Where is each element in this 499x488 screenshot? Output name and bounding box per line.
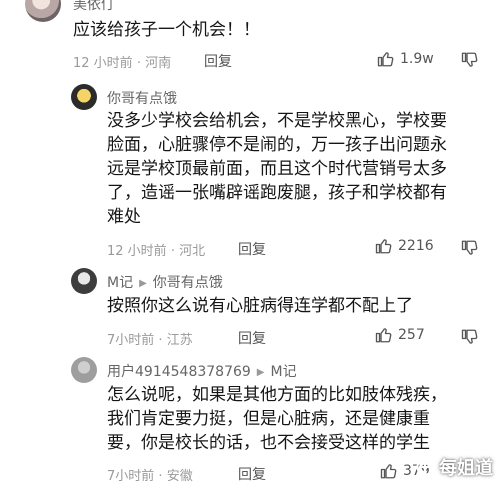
comment-author[interactable]: M记 ▶ 你哥有点饿: [107, 272, 223, 292]
thumbs-up-icon: [377, 52, 394, 67]
comment-text: 怎么说呢，如果是其他方面的比如肢体残疾， 我们肯定要力挺，但是心脏病，还是健康重…: [107, 385, 447, 453]
comment-author[interactable]: 你哥有点饿: [107, 88, 177, 108]
like-button[interactable]: 2216: [375, 237, 434, 255]
reply-to-name: M记: [270, 364, 297, 380]
reply-button[interactable]: 回复: [238, 239, 266, 259]
reply-to-name: 你哥有点饿: [152, 275, 223, 291]
logo-icon: [416, 458, 434, 476]
avatar[interactable]: [71, 84, 97, 110]
comment-meta: 7小时前 · 安徽: [107, 469, 193, 484]
comment-meta: 7小时前 · 江苏: [107, 333, 193, 348]
comment-meta: 12 小时前 · 河南: [73, 56, 172, 71]
like-button[interactable]: 257: [375, 326, 425, 344]
thumbs-down-icon[interactable]: [461, 51, 479, 69]
comment-text: 应该给孩子一个机会！！: [73, 20, 260, 40]
comment-text: 没多少学校会给机会，不是学校黑心，学校要 脸面，心脏骤停不是闹的，万一孩子出问题…: [107, 111, 447, 227]
avatar[interactable]: [71, 357, 97, 383]
like-button[interactable]: 1.9w: [377, 50, 434, 68]
reply-button[interactable]: 回复: [204, 51, 232, 71]
reply-arrow-icon: ▶: [139, 278, 147, 289]
reply-button[interactable]: 回复: [238, 464, 266, 484]
comment-text: 按照你这么说有心脏病得连学都不配上了: [107, 296, 413, 316]
thumbs-down-icon[interactable]: [461, 239, 479, 257]
reply-button[interactable]: 回复: [238, 328, 266, 348]
like-count: 257: [398, 327, 425, 343]
like-count: 1.9w: [400, 51, 434, 67]
thumbs-up-icon: [375, 328, 392, 343]
watermark: 每姐道: [415, 454, 493, 480]
thumbs-down-icon[interactable]: [461, 328, 479, 346]
thumbs-up-icon: [375, 239, 392, 254]
avatar[interactable]: [25, 0, 61, 22]
comment-author[interactable]: 用户4914548378769 ▶ M记: [107, 361, 297, 381]
reply-arrow-icon: ▶: [256, 367, 265, 378]
comment-author[interactable]: 美依仃: [73, 0, 115, 14]
comment-meta: 12 小时前 · 河北: [107, 244, 206, 259]
avatar[interactable]: [71, 268, 97, 294]
like-count: 2216: [398, 238, 434, 254]
thumbs-up-icon: [380, 464, 397, 479]
